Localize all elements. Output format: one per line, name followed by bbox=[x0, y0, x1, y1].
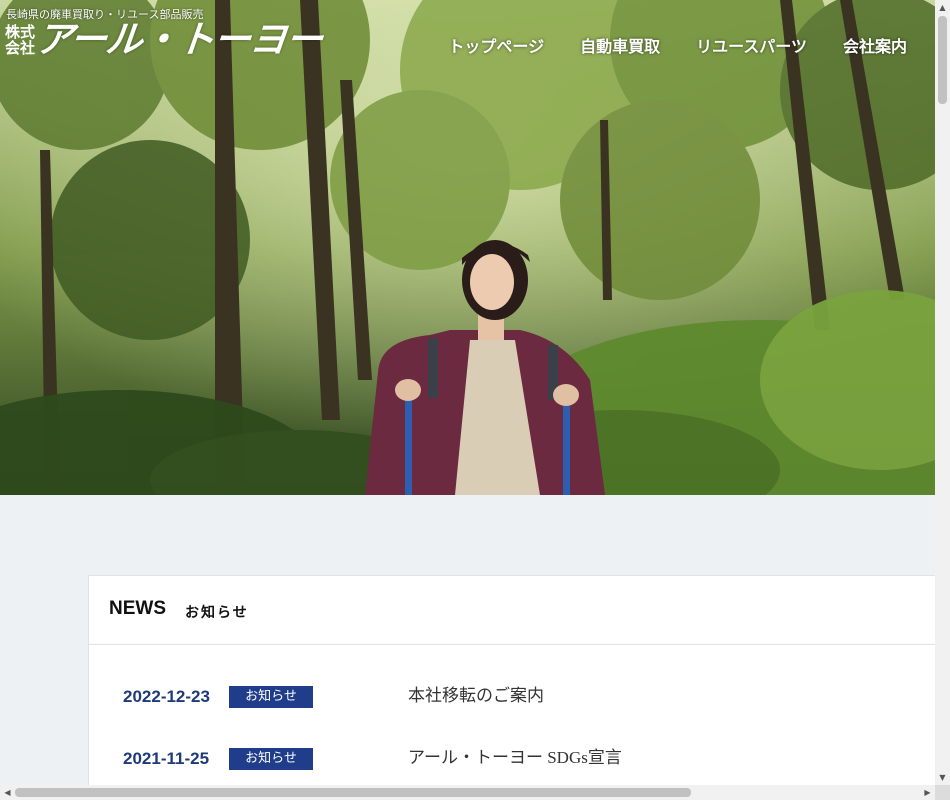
arrow-down-icon[interactable]: ▼ bbox=[935, 770, 950, 785]
scrollbar-corner bbox=[935, 785, 950, 800]
news-link[interactable]: 本社移転のご案内 bbox=[408, 684, 544, 708]
nav-item-reuse-parts[interactable]: リユースパーツ bbox=[696, 33, 807, 57]
news-section: NEWS お知らせ 2022-12-23 お知らせ 本社移転のご案内 2021-… bbox=[88, 575, 935, 800]
logo-company-prefix[interactable]: 株式会社 bbox=[5, 24, 35, 56]
news-title: NEWS bbox=[109, 598, 166, 619]
horizontal-scrollbar[interactable]: ◀ ▶ bbox=[0, 785, 935, 800]
news-date: 2022-12-23 bbox=[123, 687, 210, 706]
arrow-right-icon[interactable]: ▶ bbox=[920, 785, 935, 800]
nav-item-top[interactable]: トップページ bbox=[448, 33, 544, 57]
news-date: 2021-11-25 bbox=[123, 749, 210, 768]
nav-item-company[interactable]: 会社案内 bbox=[843, 33, 907, 57]
hero-banner: 長崎県の廃車買取り・リユース部品販売 株式会社 アール・トーヨー トップページ … bbox=[0, 0, 935, 495]
news-category-badge: お知らせ bbox=[229, 748, 313, 770]
horizontal-scroll-thumb[interactable] bbox=[15, 788, 691, 797]
nav-item-car-purchase[interactable]: 自動車買取 bbox=[580, 33, 660, 57]
news-item[interactable]: 2021-11-25 お知らせ アール・トーヨー SDGs宣言 bbox=[123, 748, 903, 772]
news-link[interactable]: アール・トーヨー SDGs宣言 bbox=[408, 746, 622, 770]
vertical-scroll-thumb[interactable] bbox=[938, 16, 947, 104]
arrow-up-icon[interactable]: ▲ bbox=[935, 0, 950, 15]
news-header: NEWS お知らせ bbox=[89, 576, 935, 645]
news-category-badge: お知らせ bbox=[229, 686, 313, 708]
main-nav: トップページ 自動車買取 リユースパーツ 会社案内 bbox=[412, 33, 907, 57]
news-subtitle: お知らせ bbox=[185, 605, 249, 621]
site-logo[interactable]: アール・トーヨー bbox=[34, 18, 324, 61]
news-item[interactable]: 2022-12-23 お知らせ 本社移転のご案内 bbox=[123, 686, 903, 710]
site-header: 長崎県の廃車買取り・リユース部品販売 株式会社 アール・トーヨー トップページ … bbox=[0, 0, 935, 80]
vertical-scrollbar[interactable]: ▲ ▼ bbox=[935, 0, 950, 785]
arrow-left-icon[interactable]: ◀ bbox=[0, 785, 15, 800]
